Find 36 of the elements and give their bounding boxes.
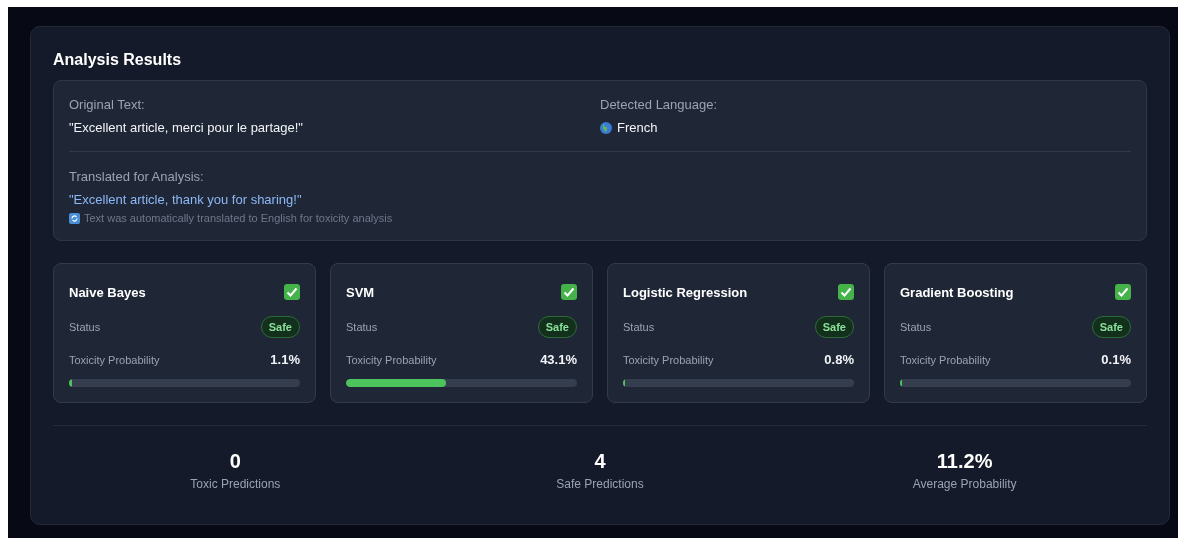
model-name: Naive Bayes	[69, 284, 146, 300]
stat-value: 4	[594, 450, 606, 473]
stat-value: 0	[229, 450, 241, 473]
status-badge: Safe	[1091, 316, 1131, 338]
status-label: Status	[346, 321, 378, 333]
probability-label: Toxicity Probability	[69, 353, 160, 366]
model-name: Logistic Regression	[623, 284, 748, 300]
translated-text: "Excellent article, thank you for sharing!"	[69, 192, 303, 207]
status-badge: Safe	[537, 316, 577, 338]
probability-label: Toxicity Probability	[623, 353, 714, 366]
stat-label: Toxic Predictions	[190, 477, 281, 491]
probability-value: 0.8%	[824, 352, 854, 367]
stat-label: Safe Predictions	[556, 477, 644, 491]
status-label: Status	[623, 321, 655, 333]
probability-label: Toxicity Probability	[346, 353, 437, 366]
status-label: Status	[69, 321, 101, 333]
translated-label: Translated for Analysis:	[69, 169, 205, 184]
probability-value: 1.1%	[270, 352, 300, 367]
language-label: Detected Language:	[600, 97, 719, 112]
probability-value: 43.1%	[540, 352, 577, 367]
probability-value: 0.1%	[1101, 352, 1131, 367]
model-name: SVM	[346, 284, 375, 300]
language-value: French	[617, 120, 658, 135]
original-text-label: Original Text:	[69, 97, 146, 112]
original-text: "Excellent article, merci pour le partage!"	[69, 120, 303, 135]
status-label: Status	[900, 321, 932, 333]
model-name: Gradient Boosting	[900, 284, 1014, 300]
status-badge: Safe	[814, 316, 854, 338]
globe-icon	[600, 121, 612, 134]
stat-label: Average Probability	[912, 477, 1017, 491]
translation-note: Text was automatically translated to English for toxicity analysis	[84, 212, 393, 224]
results-title: Analysis Results	[53, 51, 183, 69]
refresh-icon	[69, 212, 80, 224]
stat-value: 11.2%	[936, 450, 993, 473]
status-badge: Safe	[260, 316, 300, 338]
probability-label: Toxicity Probability	[900, 353, 991, 366]
